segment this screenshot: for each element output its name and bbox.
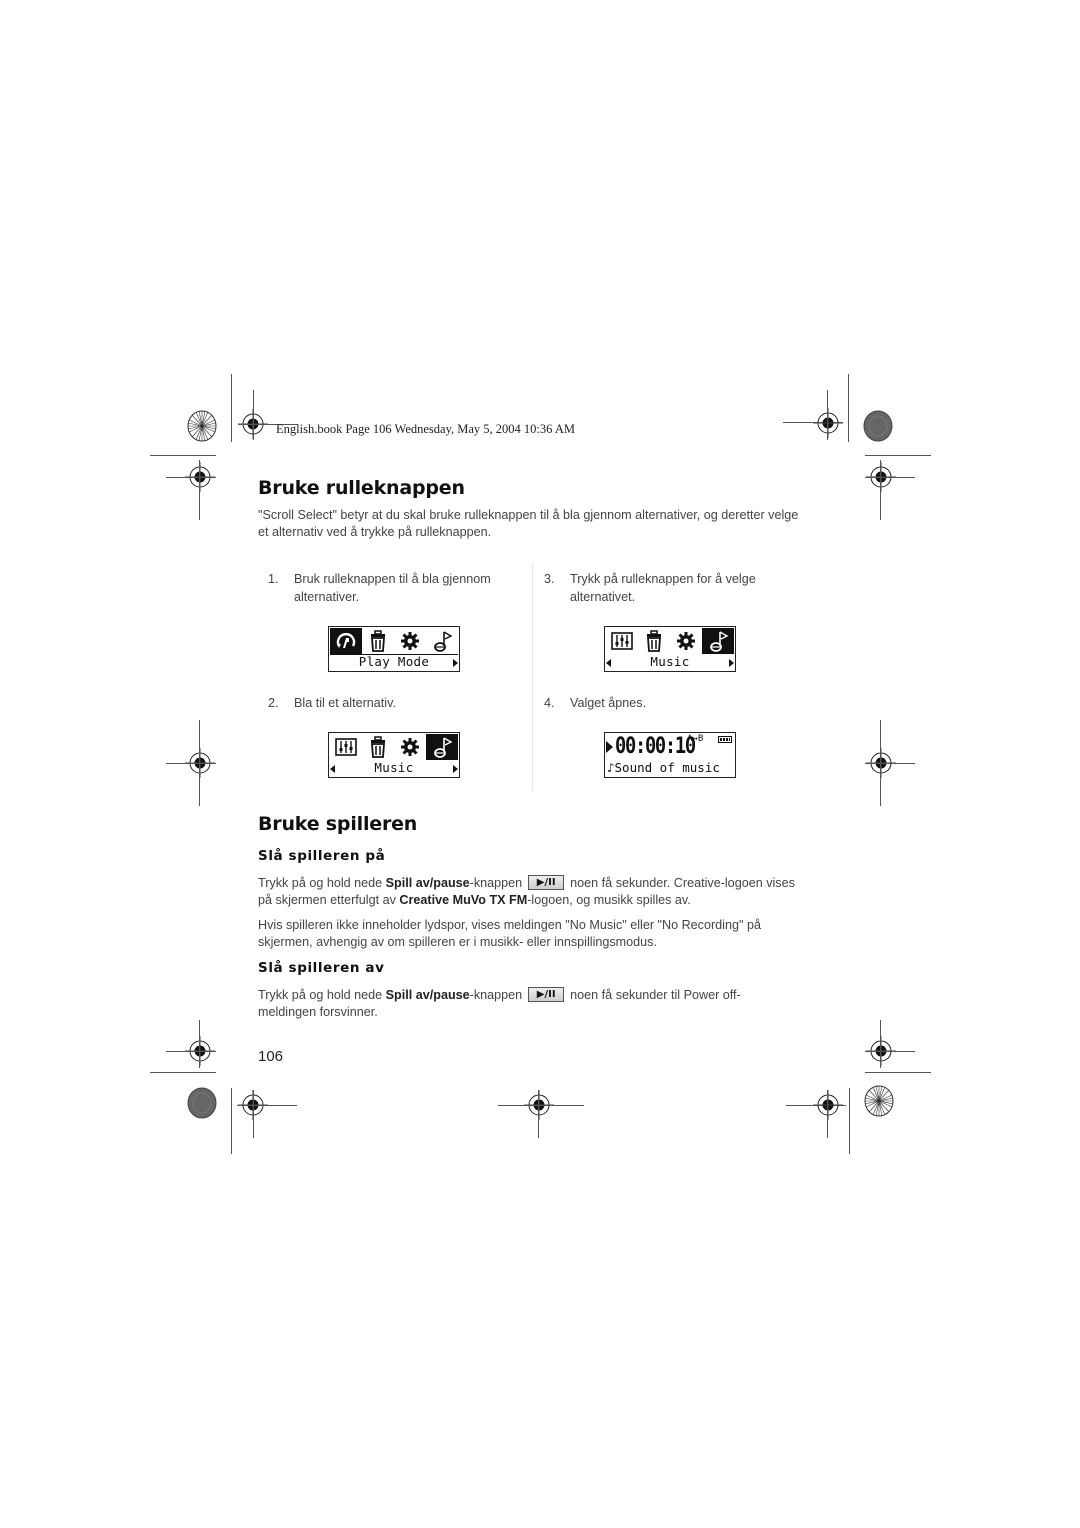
grey-registration-disc-icon	[187, 1087, 217, 1119]
crop-line	[848, 374, 849, 442]
crop-line	[865, 455, 931, 456]
text: -knappen	[469, 988, 523, 1002]
starburst-registration-icon	[187, 410, 217, 442]
trash-icon	[362, 734, 394, 760]
no-music-paragraph: Hvis spilleren ikke inneholder lydspor, …	[258, 918, 761, 949]
turn-off-paragraph: Trykk på og hold nede Spill av/pause-kna…	[258, 987, 758, 1021]
text: Trykk på og hold nede	[258, 876, 386, 890]
music-note-icon	[426, 734, 458, 760]
bold-text: Spill av/pause	[385, 988, 470, 1002]
column-divider	[532, 563, 533, 791]
step-text: Bla til et alternativ.	[294, 696, 396, 710]
crop-line	[237, 1105, 297, 1106]
lcd-screen-music-select: Music	[604, 626, 736, 672]
right-arrow-icon	[729, 659, 734, 667]
settings-gear-icon	[670, 628, 702, 654]
text: Trykk på og hold nede	[258, 988, 386, 1002]
right-arrow-icon	[453, 659, 458, 667]
registration-target-icon	[813, 1090, 843, 1120]
crop-line	[538, 1090, 539, 1138]
lcd-screen-play-mode: Play Mode	[328, 626, 460, 672]
intro-paragraph: "Scroll Select" betyr at du skal bruke r…	[258, 508, 799, 539]
step-text: Bruk rulleknappen til å bla gjennom alte…	[294, 572, 491, 604]
crop-line	[865, 1072, 931, 1073]
step-number: 3.	[544, 572, 555, 586]
crop-line	[880, 460, 881, 520]
starburst-registration-icon	[864, 1085, 894, 1117]
crop-line	[827, 390, 828, 440]
settings-gear-icon	[394, 734, 426, 760]
play-pause-button-icon: ▶/II	[528, 987, 565, 1002]
print-header-stamp: English.book Page 106 Wednesday, May 5, …	[276, 422, 575, 436]
music-note-icon	[702, 628, 734, 654]
step-item: 2. Bla til et alternativ.	[268, 694, 528, 712]
music-note-icon	[426, 628, 458, 654]
equalizer-icon	[330, 734, 362, 760]
turn-on-paragraph: Trykk på og hold nede Spill av/pause-kna…	[258, 875, 803, 909]
page-number: 106	[258, 1048, 284, 1065]
trash-icon	[362, 628, 394, 654]
crop-line	[166, 763, 216, 764]
grey-registration-disc-icon	[863, 410, 893, 442]
crop-line	[166, 1051, 216, 1052]
step-number: 2.	[268, 696, 279, 710]
crop-line	[849, 1088, 850, 1154]
crop-line	[865, 763, 915, 764]
play-icon	[606, 741, 613, 753]
subsection-title-turn-off: Slå spilleren av	[258, 960, 385, 976]
crop-line	[150, 455, 216, 456]
playback-time: 00:00:10	[615, 734, 696, 759]
crop-line	[827, 1090, 828, 1138]
step-item: 1. Bruk rulleknappen til å bla gjennom a…	[268, 570, 528, 606]
crop-line	[231, 374, 232, 442]
trash-icon	[638, 628, 670, 654]
step-text: Trykk på rulleknappen for å velge altern…	[570, 572, 756, 604]
lcd-menu-label: Music	[650, 654, 690, 669]
battery-icon	[718, 736, 732, 743]
subsection-title-turn-on: Slå spilleren på	[258, 848, 386, 864]
right-arrow-icon	[453, 765, 458, 773]
step-item: 3. Trykk på rulleknappen for å velge alt…	[544, 570, 804, 606]
crop-line	[880, 1020, 881, 1068]
crop-line	[498, 1105, 584, 1106]
step-item: 4. Valget åpnes.	[544, 694, 804, 712]
left-arrow-icon	[330, 765, 335, 773]
section-title-using-player: Bruke spilleren	[258, 813, 418, 835]
lcd-menu-label: Music	[374, 760, 414, 775]
play-mode-icon	[330, 628, 362, 654]
play-pause-glyph: ▶/II	[536, 877, 556, 888]
play-pause-button-icon: ▶/II	[528, 875, 565, 890]
text: -logoen, og musikk spilles av.	[527, 893, 691, 907]
crop-line	[253, 1090, 254, 1138]
settings-gear-icon	[394, 628, 426, 654]
step-number: 4.	[544, 696, 555, 710]
lcd-screen-now-playing: 00:00:10 A↔B ♪Sound of music	[604, 732, 736, 778]
song-title: ♪Sound of music	[607, 760, 720, 775]
crop-line	[865, 1051, 915, 1052]
crop-line	[231, 1088, 232, 1154]
section-title-scroll-button: Bruke rulleknappen	[258, 477, 465, 499]
crop-line	[150, 1072, 216, 1073]
crop-line	[199, 460, 200, 520]
crop-line	[865, 477, 915, 478]
crop-line	[199, 1020, 200, 1068]
left-arrow-icon	[606, 659, 611, 667]
play-pause-glyph: ▶/II	[536, 989, 556, 1000]
crop-line	[253, 390, 254, 440]
registration-target-icon	[813, 408, 843, 438]
repeat-ab-indicator: A↔B	[687, 734, 704, 744]
step-number: 1.	[268, 572, 279, 586]
bold-text: Spill av/pause	[385, 876, 470, 890]
step-text: Valget åpnes.	[570, 696, 647, 710]
lcd-screen-music-scroll: Music	[328, 732, 460, 778]
lcd-menu-label: Play Mode	[358, 654, 430, 669]
crop-line	[166, 477, 216, 478]
equalizer-icon	[606, 628, 638, 654]
bold-text: Creative MuVo TX FM	[399, 893, 528, 907]
text: -knappen	[469, 876, 523, 890]
